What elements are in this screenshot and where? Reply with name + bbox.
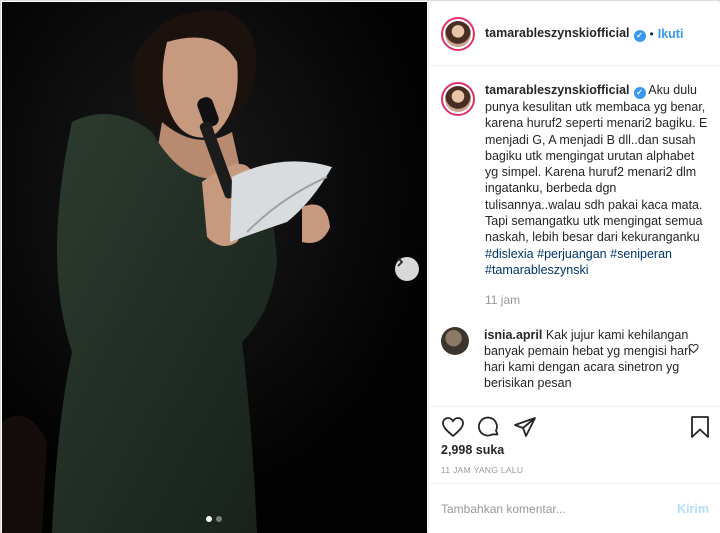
- comment-like-icon[interactable]: [688, 343, 699, 354]
- carousel-dot: [216, 516, 222, 522]
- caption-username[interactable]: tamarableszynskiofficial ✓: [485, 83, 646, 99]
- action-bar: [429, 406, 720, 446]
- post-side-panel: tamarableszynskiofficial ✓ • Ikuti tamara…: [428, 2, 720, 533]
- hashtag-link[interactable]: #tamarableszynski: [485, 263, 589, 277]
- comment-username[interactable]: isnia.april: [484, 328, 542, 342]
- caption-text: Aku dulu punya kesulitan utk membaca yg …: [485, 83, 708, 245]
- comment-item: isnia.april Kak jujur kami kehilangan ba…: [441, 326, 709, 392]
- photo-image: [2, 2, 427, 533]
- comment-input[interactable]: [441, 501, 678, 516]
- share-icon[interactable]: [513, 415, 537, 439]
- comment-body: isnia.april Kak jujur kami kehilangan ba…: [484, 327, 694, 392]
- post-dialog: tamarableszynskiofficial ✓ • Ikuti tamara…: [0, 0, 720, 533]
- verified-badge-icon: ✓: [633, 87, 646, 99]
- carousel-dot-active: [206, 516, 212, 522]
- post-photo[interactable]: [2, 2, 427, 533]
- comment-icon[interactable]: [477, 415, 501, 439]
- comments-list[interactable]: tamarableszynskiofficial ✓ Aku dulu punya…: [429, 66, 720, 406]
- post-comment-button[interactable]: Kirim: [677, 502, 709, 516]
- header-separator: •: [649, 26, 654, 41]
- caption-time[interactable]: 11 jam: [485, 292, 709, 308]
- verified-badge-icon: ✓: [633, 29, 646, 42]
- caption-author-avatar[interactable]: [441, 82, 475, 116]
- like-count[interactable]: 2,998 suka: [441, 443, 504, 457]
- hashtag-link[interactable]: #perjuangan: [537, 247, 607, 261]
- caption: tamarableszynskiofficial ✓ Aku dulu punya…: [441, 82, 709, 309]
- caption-body: tamarableszynskiofficial ✓ Aku dulu punya…: [485, 82, 709, 309]
- hashtag-link[interactable]: #seniperan: [610, 247, 672, 261]
- next-slide-button[interactable]: [395, 257, 419, 281]
- like-icon[interactable]: [441, 415, 465, 439]
- carousel-indicator: [206, 516, 222, 522]
- author-username[interactable]: tamarableszynskiofficial ✓: [485, 26, 646, 42]
- bookmark-icon[interactable]: [689, 415, 711, 439]
- add-comment-bar: Kirim: [429, 483, 720, 533]
- chevron-right-icon: [397, 257, 404, 267]
- follow-button[interactable]: Ikuti: [658, 27, 684, 41]
- post-timestamp[interactable]: 11 JAM YANG LALU: [441, 465, 523, 475]
- hashtag-link[interactable]: #dislexia: [485, 247, 534, 261]
- author-avatar[interactable]: [441, 16, 475, 51]
- commenter-avatar[interactable]: [441, 326, 469, 355]
- post-header: tamarableszynskiofficial ✓ • Ikuti: [429, 2, 720, 66]
